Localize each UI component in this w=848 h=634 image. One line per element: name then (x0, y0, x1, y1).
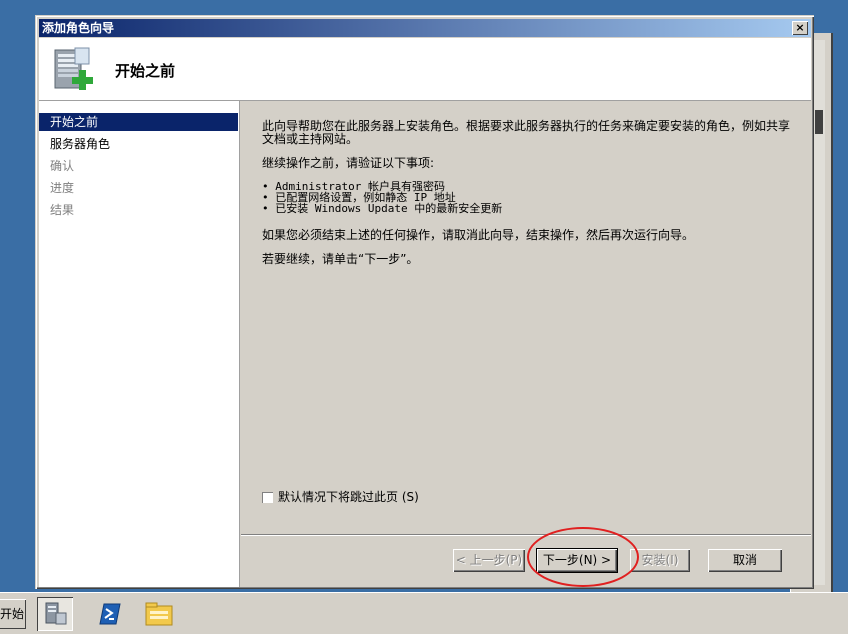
powershell-taskbar-icon[interactable] (91, 597, 127, 631)
nav-step-progress: 进度 (50, 181, 75, 195)
skip-page-label[interactable]: 默认情况下将跳过此页 (278, 490, 398, 504)
scrollbar-thumb[interactable] (815, 110, 823, 134)
title-bar[interactable]: 添加角色向导 × (39, 19, 811, 37)
wizard-header: 开始之前 (39, 38, 811, 101)
nav-step-results: 结果 (50, 203, 75, 217)
window-title: 添加角色向导 (42, 21, 115, 35)
folder-icon (145, 602, 173, 626)
nav-step-before-you-begin[interactable]: 开始之前 (39, 113, 238, 131)
next-button[interactable]: 下一步(N) > (537, 549, 617, 572)
list-item: • 已安装 Windows Update 中的最新安全更新 (262, 202, 503, 215)
explorer-taskbar-icon[interactable] (141, 597, 177, 631)
skip-page-hotkey: (S) (401, 490, 419, 504)
taskbar: 开始 (0, 592, 848, 634)
skip-page-checkbox[interactable] (262, 492, 273, 503)
nav-step-server-roles[interactable]: 服务器角色 (39, 135, 238, 153)
powershell-icon (99, 603, 121, 625)
server-manager-taskbar-icon[interactable] (37, 597, 73, 631)
previous-button[interactable]: < 上一步(P) (453, 549, 525, 572)
wizard-content: 此向导帮助您在此服务器上安装角色。根据要求此服务器执行的任务来确定要安装的角色，… (241, 101, 811, 534)
prerequisite-list: • Administrator 帐户具有强密码 • 已配置网络设置，例如静态 I… (262, 181, 502, 214)
add-roles-wizard-dialog: 添加角色向导 × 开始之前 开始之前 服务器角色 确认 进度 结果 此向导帮助您… (35, 15, 814, 589)
intro-text: 此向导帮助您在此服务器上安装角色。根据要求此服务器执行的任务来确定要安装的角色，… (262, 119, 791, 146)
continue-note: 若要继续，请单击“下一步”。 (262, 252, 419, 266)
close-button[interactable]: × (792, 21, 808, 35)
skip-page-option[interactable]: 默认情况下将跳过此页 (S) (262, 491, 419, 504)
nav-step-confirmation: 确认 (50, 159, 75, 173)
page-title: 开始之前 (115, 62, 176, 80)
cancel-button[interactable]: 取消 (708, 549, 782, 572)
server-manager-icon (45, 602, 67, 625)
verify-heading: 继续操作之前，请验证以下事项: (262, 156, 435, 170)
server-add-role-icon (54, 47, 93, 90)
cancel-note: 如果您必须结束上述的任何操作，请取消此向导，结束操作，然后再次运行向导。 (262, 228, 695, 242)
wizard-steps-nav: 开始之前 服务器角色 确认 进度 结果 (39, 101, 240, 587)
button-separator (241, 534, 811, 536)
start-button[interactable]: 开始 (0, 599, 26, 629)
install-button[interactable]: 安装(I) (630, 549, 690, 572)
